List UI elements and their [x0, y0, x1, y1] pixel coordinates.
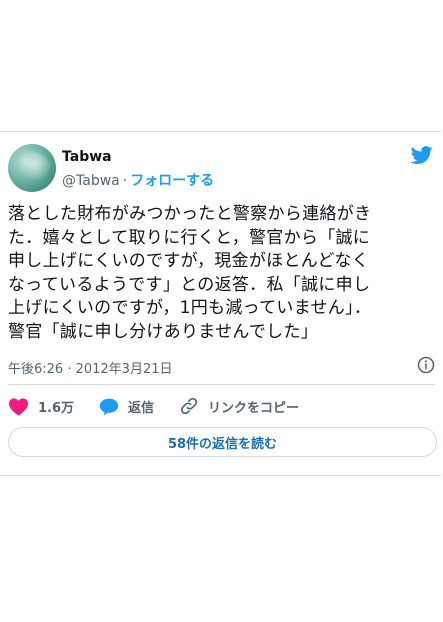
separator-dot: · [122, 173, 128, 189]
like-count: 1.6万 [38, 400, 75, 416]
author-handle[interactable]: @Tabwa [62, 173, 120, 189]
tweet-text-line: 上げにくいのですが，1円も減っていません」． [8, 298, 372, 318]
tweet-text-line: 警官「誠に申し分けありませんでした」 [8, 321, 319, 342]
read-replies-button[interactable]: 58件の返信を読む [8, 427, 437, 457]
copy-link-button[interactable]: リンクをコピー [179, 396, 299, 416]
copy-link-label: リンクをコピー [208, 400, 300, 416]
avatar[interactable] [8, 144, 56, 192]
reply-label: 返信 [128, 400, 155, 416]
heart-icon [9, 397, 28, 416]
twitter-bird-icon[interactable] [409, 144, 435, 166]
read-replies-label: 58件の返信を読む [167, 436, 278, 452]
action-bar: 1.6万 返信 リンクをコピー [8, 394, 324, 418]
tweet-text-line: 落とした財布がみつかったと警察から連絡がき [8, 204, 372, 224]
tweet-text-line: なっているようです」との返答．私「誠に申し [8, 274, 371, 295]
handle-row: @Tabwa · フォローする [62, 170, 214, 190]
author-name[interactable]: Tabwa [62, 149, 112, 165]
divider [8, 384, 435, 385]
follow-button[interactable]: フォローする [130, 173, 214, 189]
info-icon[interactable] [417, 356, 435, 374]
link-icon [180, 397, 198, 415]
tweet-card: Tabwa @Tabwa · フォローする 落とした財布がみつかったと警察から連絡が… [0, 131, 441, 476]
tweet-text-line: 申し上げにくいのですが，現金がほとんどなく [8, 251, 370, 271]
reply-button[interactable]: 返信 [99, 397, 154, 416]
reply-bubble-icon [99, 398, 119, 415]
tweet-text-line: た．嬉々として取りに行くと，警官から「誠に [8, 227, 371, 248]
tweet-timestamp[interactable]: 午後6:26 · 2012年3月21日 [8, 358, 173, 377]
tweet-text: 落とした財布がみつかったと警察から連絡がき た．嬉々として取りに行くと，警官から… [8, 203, 438, 344]
like-button[interactable]: 1.6万 [8, 397, 74, 416]
